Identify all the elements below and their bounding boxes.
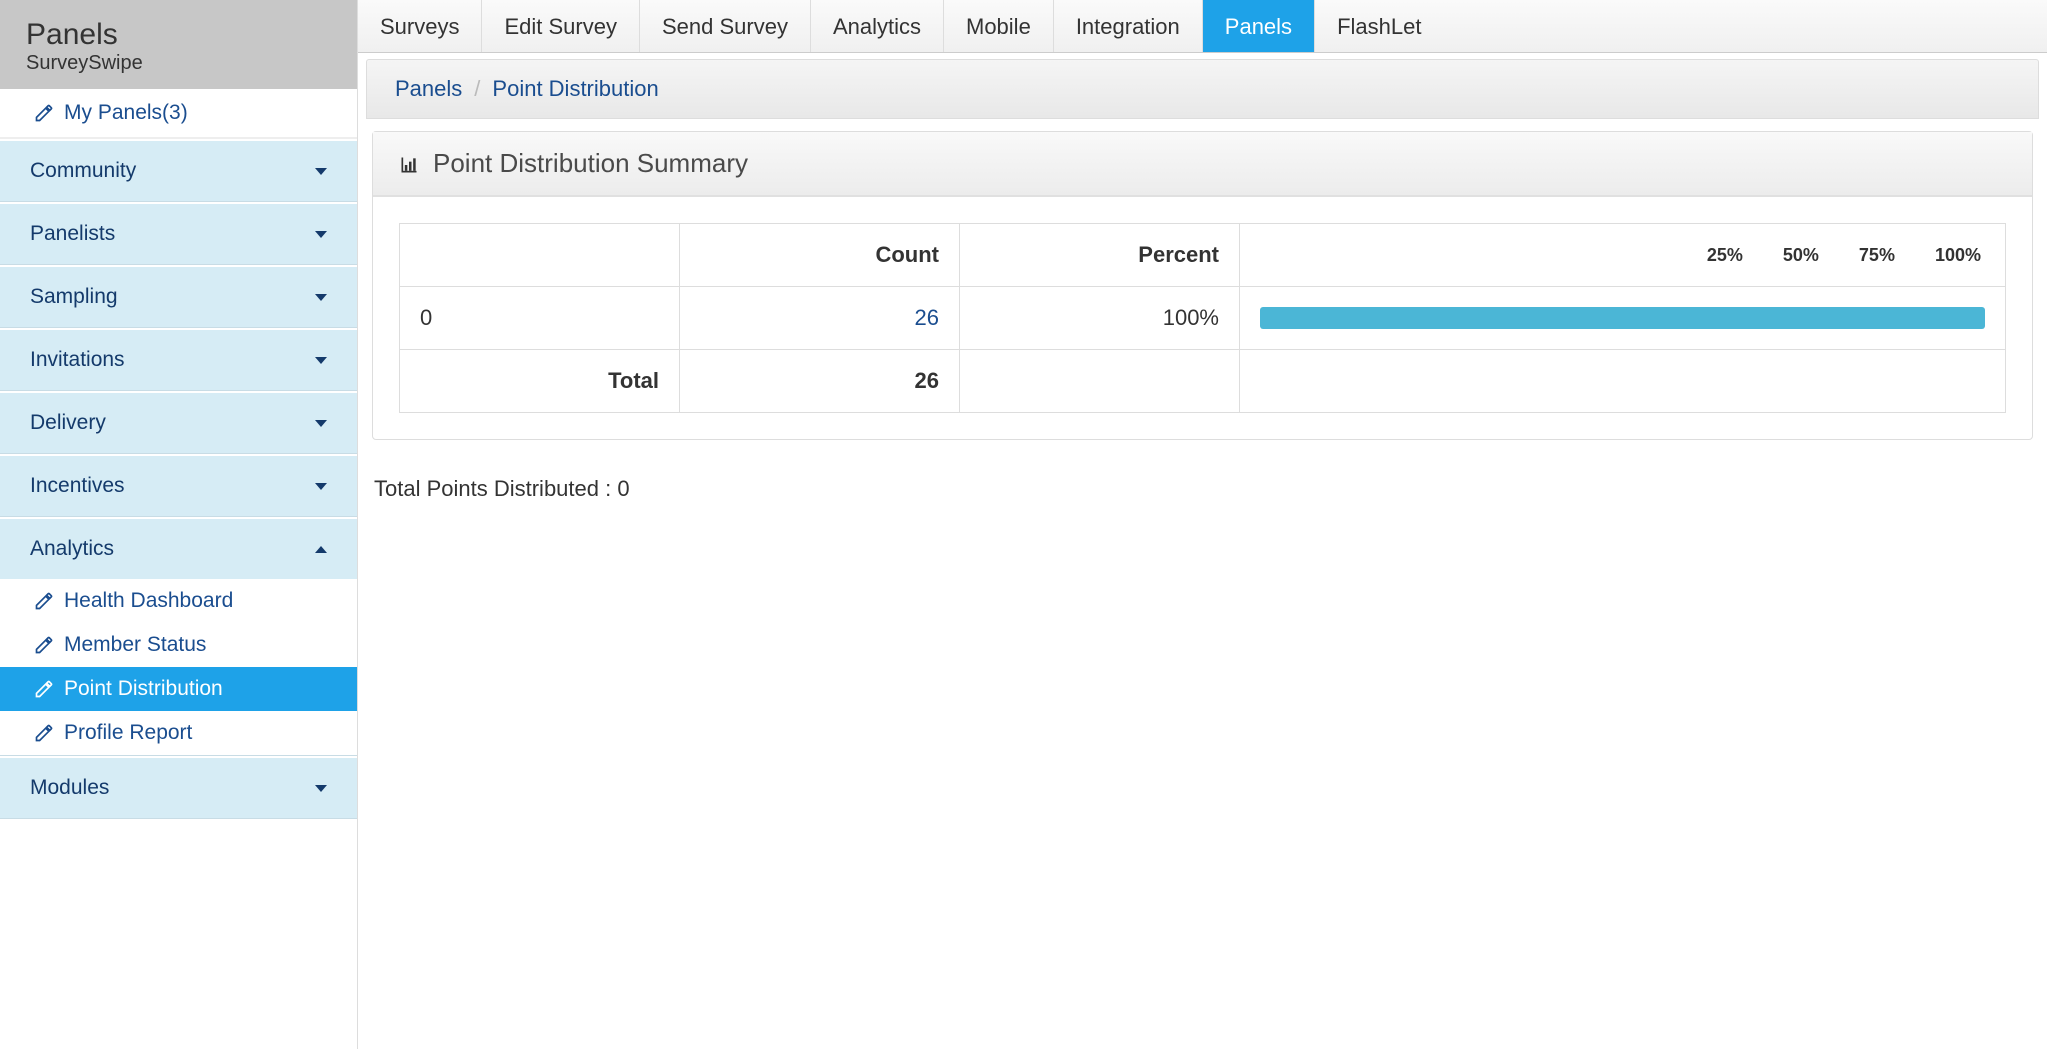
caret-down-icon [315, 231, 327, 238]
sidebar-section-header-delivery[interactable]: Delivery [0, 393, 357, 453]
summary-panel: Point Distribution Summary Count Percent… [372, 131, 2033, 440]
breadcrumb: Panels / Point Distribution [366, 59, 2039, 119]
sidebar-item-label: Point Distribution [64, 677, 223, 701]
caret-down-icon [315, 294, 327, 301]
count-link[interactable]: 26 [915, 305, 939, 330]
sidebar-section-invitations: Invitations [0, 328, 357, 391]
pct-tick: 100% [1935, 245, 1981, 266]
caret-down-icon [315, 785, 327, 792]
tab-surveys[interactable]: Surveys [358, 0, 481, 52]
sidebar-section-header-incentives[interactable]: Incentives [0, 456, 357, 516]
sidebar-my-panels[interactable]: My Panels(3) [0, 89, 357, 139]
sidebar-section-community: Community [0, 139, 357, 202]
sidebar-section-label: Community [30, 159, 136, 183]
tab-panels[interactable]: Panels [1202, 0, 1314, 52]
sidebar-section-label: Invitations [30, 348, 125, 372]
sidebar-section-panelists: Panelists [0, 202, 357, 265]
sidebar-section-label: Delivery [30, 411, 106, 435]
row-bar-cell [1240, 287, 2006, 350]
th-bar: 25% 50% 75% 100% [1240, 224, 2006, 287]
table-row: 0 26 100% [400, 287, 2006, 350]
sidebar-section-header-panelists[interactable]: Panelists [0, 204, 357, 264]
sidebar-section-incentives: Incentives [0, 454, 357, 517]
pct-tick: 75% [1859, 245, 1895, 266]
caret-down-icon [315, 168, 327, 175]
sidebar-item-label: Member Status [64, 633, 206, 657]
total-count: 26 [680, 350, 960, 413]
sidebar-section-delivery: Delivery [0, 391, 357, 454]
sidebar-section-header-sampling[interactable]: Sampling [0, 267, 357, 327]
pct-tick: 25% [1707, 245, 1743, 266]
bar-chart-icon [399, 151, 419, 177]
caret-up-icon [315, 546, 327, 553]
tab-flashlet[interactable]: FlashLet [1314, 0, 1443, 52]
sidebar-subtitle: SurveySwipe [26, 52, 331, 75]
sidebar-section-label: Sampling [30, 285, 118, 309]
breadcrumb-separator: / [474, 76, 480, 102]
sidebar-header: Panels SurveySwipe [0, 0, 357, 89]
sidebar-section-header-invitations[interactable]: Invitations [0, 330, 357, 390]
main: SurveysEdit SurveySend SurveyAnalyticsMo… [358, 0, 2047, 1049]
breadcrumb-current[interactable]: Point Distribution [492, 76, 658, 102]
edit-icon [34, 101, 54, 125]
sidebar-section-header-analytics[interactable]: Analytics [0, 519, 357, 579]
th-percent: Percent [960, 224, 1240, 287]
sidebar-item-health-dashboard[interactable]: Health Dashboard [0, 579, 357, 623]
tab-integration[interactable]: Integration [1053, 0, 1202, 52]
total-percent [960, 350, 1240, 413]
edit-icon [34, 721, 54, 745]
row-label: 0 [400, 287, 680, 350]
distribution-table: Count Percent 25%50%75%100% 026100%Total… [399, 223, 2006, 413]
sidebar-section-label: Panelists [30, 222, 115, 246]
row-percent: 100% [960, 287, 1240, 350]
sidebar-title: Panels [26, 18, 331, 52]
sidebar-section-header-modules[interactable]: Modules [0, 758, 357, 818]
caret-down-icon [315, 357, 327, 364]
pct-tick: 50% [1783, 245, 1819, 266]
sidebar-section-label: Modules [30, 776, 109, 800]
sidebar-item-point-distribution[interactable]: Point Distribution [0, 667, 357, 711]
tab-send-survey[interactable]: Send Survey [639, 0, 810, 52]
sidebar-item-profile-report[interactable]: Profile Report [0, 711, 357, 755]
percent-bar [1260, 307, 1985, 329]
total-label: Total [400, 350, 680, 413]
sidebar-subitems: Health Dashboard Member Status Point Distr… [0, 579, 357, 755]
caret-down-icon [315, 483, 327, 490]
sidebar-section-analytics: Analytics Health Dashboard Member Status Po… [0, 517, 357, 756]
topnav: SurveysEdit SurveySend SurveyAnalyticsMo… [358, 0, 2047, 53]
sidebar-section-label: Incentives [30, 474, 125, 498]
sidebar: Panels SurveySwipe My Panels(3) Communit… [0, 0, 358, 1049]
edit-icon [34, 677, 54, 701]
total-points-note: Total Points Distributed : 0 [374, 476, 2031, 502]
breadcrumb-root[interactable]: Panels [395, 76, 462, 102]
sidebar-section-sampling: Sampling [0, 265, 357, 328]
sidebar-item-member-status[interactable]: Member Status [0, 623, 357, 667]
sidebar-item-label: Profile Report [64, 721, 192, 745]
tab-edit-survey[interactable]: Edit Survey [481, 0, 639, 52]
th-count: Count [680, 224, 960, 287]
panel-header: Point Distribution Summary [373, 132, 2032, 197]
panel-title: Point Distribution Summary [433, 148, 748, 179]
row-count: 26 [680, 287, 960, 350]
sidebar-section-modules: Modules [0, 756, 357, 819]
edit-icon [34, 633, 54, 657]
sidebar-my-panels-label: My Panels(3) [64, 101, 188, 125]
tab-mobile[interactable]: Mobile [943, 0, 1053, 52]
caret-down-icon [315, 420, 327, 427]
sidebar-item-label: Health Dashboard [64, 589, 233, 613]
tab-analytics[interactable]: Analytics [810, 0, 943, 52]
sidebar-section-header-community[interactable]: Community [0, 141, 357, 201]
sidebar-section-label: Analytics [30, 537, 114, 561]
total-bar [1240, 350, 2006, 413]
table-total-row: Total26 [400, 350, 2006, 413]
edit-icon [34, 589, 54, 613]
th-label [400, 224, 680, 287]
